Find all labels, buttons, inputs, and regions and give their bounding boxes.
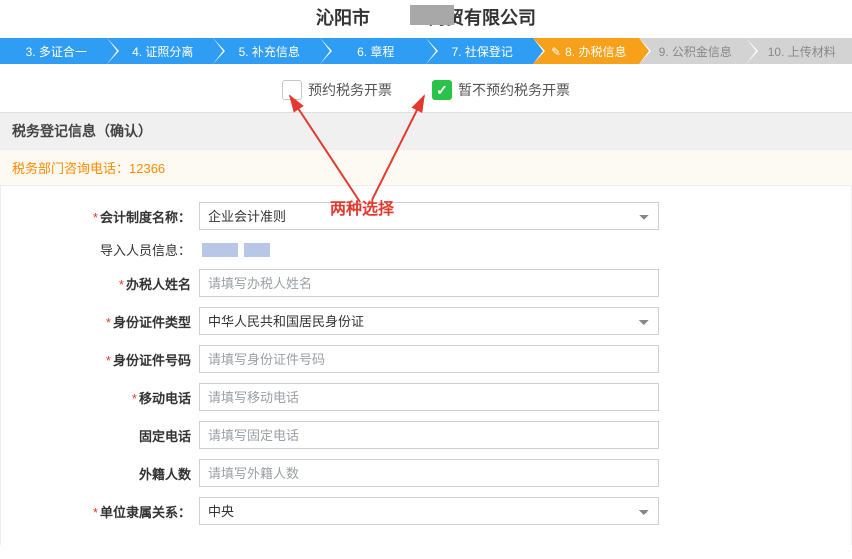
label-mobile: *移动电话 [11,388,199,407]
label-import: 导入人员信息： [11,240,199,259]
input-foreign-count[interactable] [199,459,659,487]
option-reserve-label: 预约税务开票 [308,80,392,100]
info-bar: 税务部门咨询电话：12366 [0,149,852,186]
step-label: 5. 补充信息 [239,43,300,60]
step-9[interactable]: 9. 公积金信息 [639,38,746,64]
checkbox-reserve[interactable] [282,80,302,100]
option-no-reserve[interactable]: ✓ 暂不预约税务开票 [432,80,570,100]
ticket-options: 预约税务开票 ✓ 暂不预约税务开票 [0,64,852,112]
section-header: 税务登记信息（确认） [0,112,852,149]
label-id-type: *身份证件类型 [11,312,199,331]
label-accounting: *会计制度名称： [11,207,199,226]
step-8[interactable]: ✎8. 办税信息 [533,38,640,64]
step-bar: 3. 多证合一 4. 证照分离 5. 补充信息 6. 章程 7. 社保登记 ✎8. 办税信… [0,38,852,64]
select-id-type[interactable]: 中华人民共和国居民身份证 [199,307,659,335]
step-label: 3. 多证合一 [26,43,87,60]
step-4[interactable]: 4. 证照分离 [107,38,214,64]
label-foreign-count: 外籍人数 [11,464,199,483]
option-reserve[interactable]: 预约税务开票 [282,80,392,100]
label-handler-name: *办税人姓名 [11,274,199,293]
input-mobile[interactable] [199,383,659,411]
step-3[interactable]: 3. 多证合一 [0,38,107,64]
step-label: ✎8. 办税信息 [551,43,626,60]
checkbox-no-reserve[interactable]: ✓ [432,80,452,100]
label-affiliation: *单位隶属关系： [11,502,199,521]
step-label: 9. 公积金信息 [659,43,732,60]
input-id-no[interactable] [199,345,659,373]
import-mask [244,243,270,257]
button-bar: 上一步 保存并下一步 返回 [0,545,852,559]
step-7[interactable]: 7. 社保登记 [426,38,533,64]
page-title: 沁阳市 商贸有限公司 [0,0,852,38]
option-no-reserve-label: 暂不预约税务开票 [458,80,570,100]
input-handler-name[interactable] [199,269,659,297]
input-fixed-phone[interactable] [199,421,659,449]
step-10[interactable]: 10. 上传材料 [746,38,852,64]
step-label: 10. 上传材料 [768,43,836,60]
label-id-no: *身份证件号码 [11,350,199,369]
step-label: 4. 证照分离 [132,43,193,60]
tax-form: *会计制度名称： 企业会计准则 导入人员信息： *办税人姓名 *身份证件类型 中… [0,186,852,545]
title-prefix: 沁阳市 [316,8,370,28]
select-accounting[interactable]: 企业会计准则 [199,202,659,230]
step-6[interactable]: 6. 章程 [320,38,427,64]
import-mask [202,243,238,257]
title-mask [410,5,454,25]
step-label: 6. 章程 [357,43,394,60]
label-fixed-phone: 固定电话 [11,426,199,445]
annotation-text: 两种选择 [330,195,394,219]
step-5[interactable]: 5. 补充信息 [213,38,320,64]
import-info[interactable] [199,243,841,257]
step-label: 7. 社保登记 [452,43,513,60]
pencil-icon: ✎ [551,45,561,59]
select-affiliation[interactable]: 中央 [199,497,659,525]
